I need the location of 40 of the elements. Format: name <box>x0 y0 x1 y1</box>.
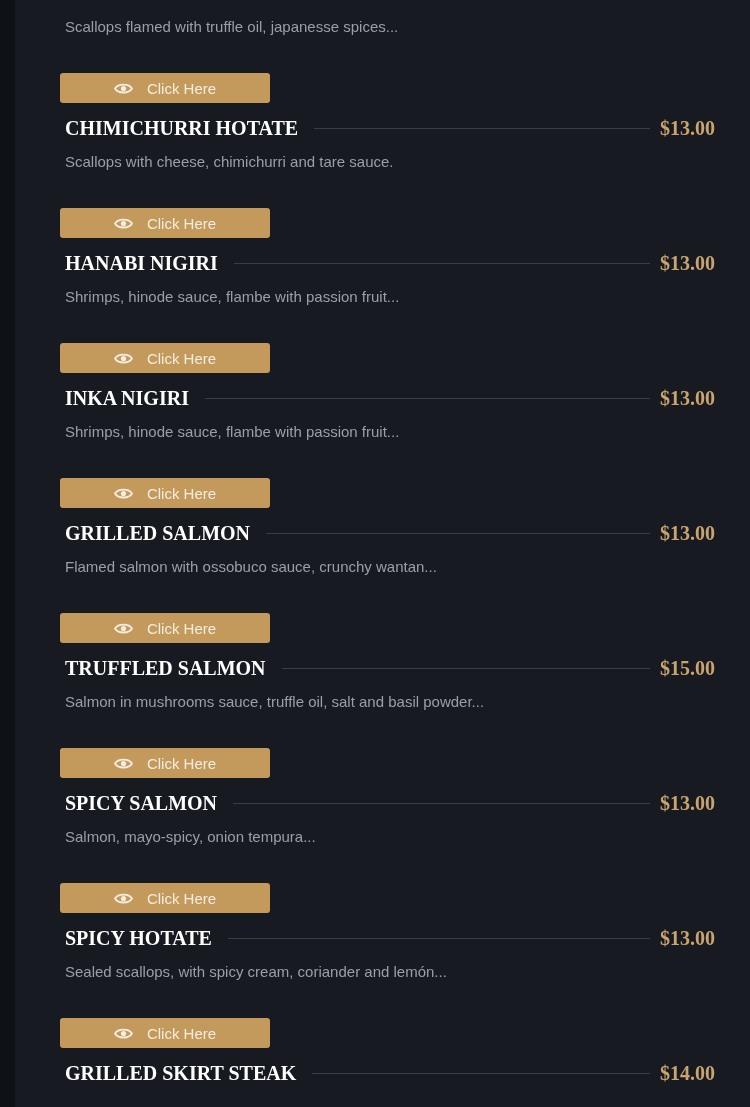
dish-name: GRILLED SALMON <box>65 521 251 545</box>
dish-price: $13.00 <box>660 926 715 950</box>
dish-price: $15.00 <box>660 656 715 680</box>
click-here-button[interactable]: Click Here <box>60 208 270 238</box>
eye-icon <box>113 351 133 365</box>
dish-description: Salmon, mayo-spicy, onion tempura... <box>64 827 316 847</box>
dish-price: $13.00 <box>660 116 715 140</box>
dish-name: SPICY HOTATE <box>65 926 212 950</box>
dish-name: SPICY SALMON <box>65 791 218 815</box>
dish-description: Flamed salmon with ossobuco sauce, crunchy wantan... <box>64 557 437 577</box>
dish-description: Shrimps, hinode sauce, flambe with passion fruit... <box>64 287 400 307</box>
dish-description: Scallops flamed with truffle oil, japanesse spices... <box>64 17 399 37</box>
eye-icon <box>113 756 133 770</box>
dish-name: TRUFFLED SALMON <box>65 656 266 680</box>
dish-price: $13.00 <box>660 251 715 275</box>
click-here-button[interactable]: Click Here <box>60 1018 270 1048</box>
dish-price: $13.00 <box>660 386 715 410</box>
dish-price: $14.00 <box>660 1061 715 1085</box>
click-here-button[interactable]: Click Here <box>60 478 270 508</box>
dish-description: Shrimps, hinode sauce, flambe with passion fruit... <box>64 422 400 442</box>
click-here-button[interactable]: Click Here <box>60 343 270 373</box>
eye-icon <box>113 486 133 500</box>
dish-name: INKA NIGIRI <box>65 386 189 410</box>
eye-icon <box>113 81 133 95</box>
dish-description: Scallops with cheese, chimichurri and tare sauce. <box>64 152 394 172</box>
dish-description: Salmon in mushrooms sauce, truffle oil, salt and basil powder... <box>64 692 485 712</box>
click-here-button[interactable]: Click Here <box>60 613 270 643</box>
dish-description: Sealed scallops, with spicy cream, coriander and lemón... <box>64 962 447 982</box>
dish-name: CHIMICHURRI HOTATE <box>65 116 299 140</box>
click-here-button[interactable]: Click Here <box>60 883 270 913</box>
dish-name: GRILLED SKIRT STEAK <box>65 1061 297 1085</box>
eye-icon <box>113 1026 133 1040</box>
eye-icon <box>113 216 133 230</box>
dish-name: HANABI NIGIRI <box>65 251 218 275</box>
click-here-button[interactable]: Click Here <box>60 73 270 103</box>
eye-icon <box>113 621 133 635</box>
dish-price: $13.00 <box>660 521 715 545</box>
eye-icon <box>113 891 133 905</box>
dish-price: $13.00 <box>660 791 715 815</box>
click-here-button[interactable]: Click Here <box>60 748 270 778</box>
